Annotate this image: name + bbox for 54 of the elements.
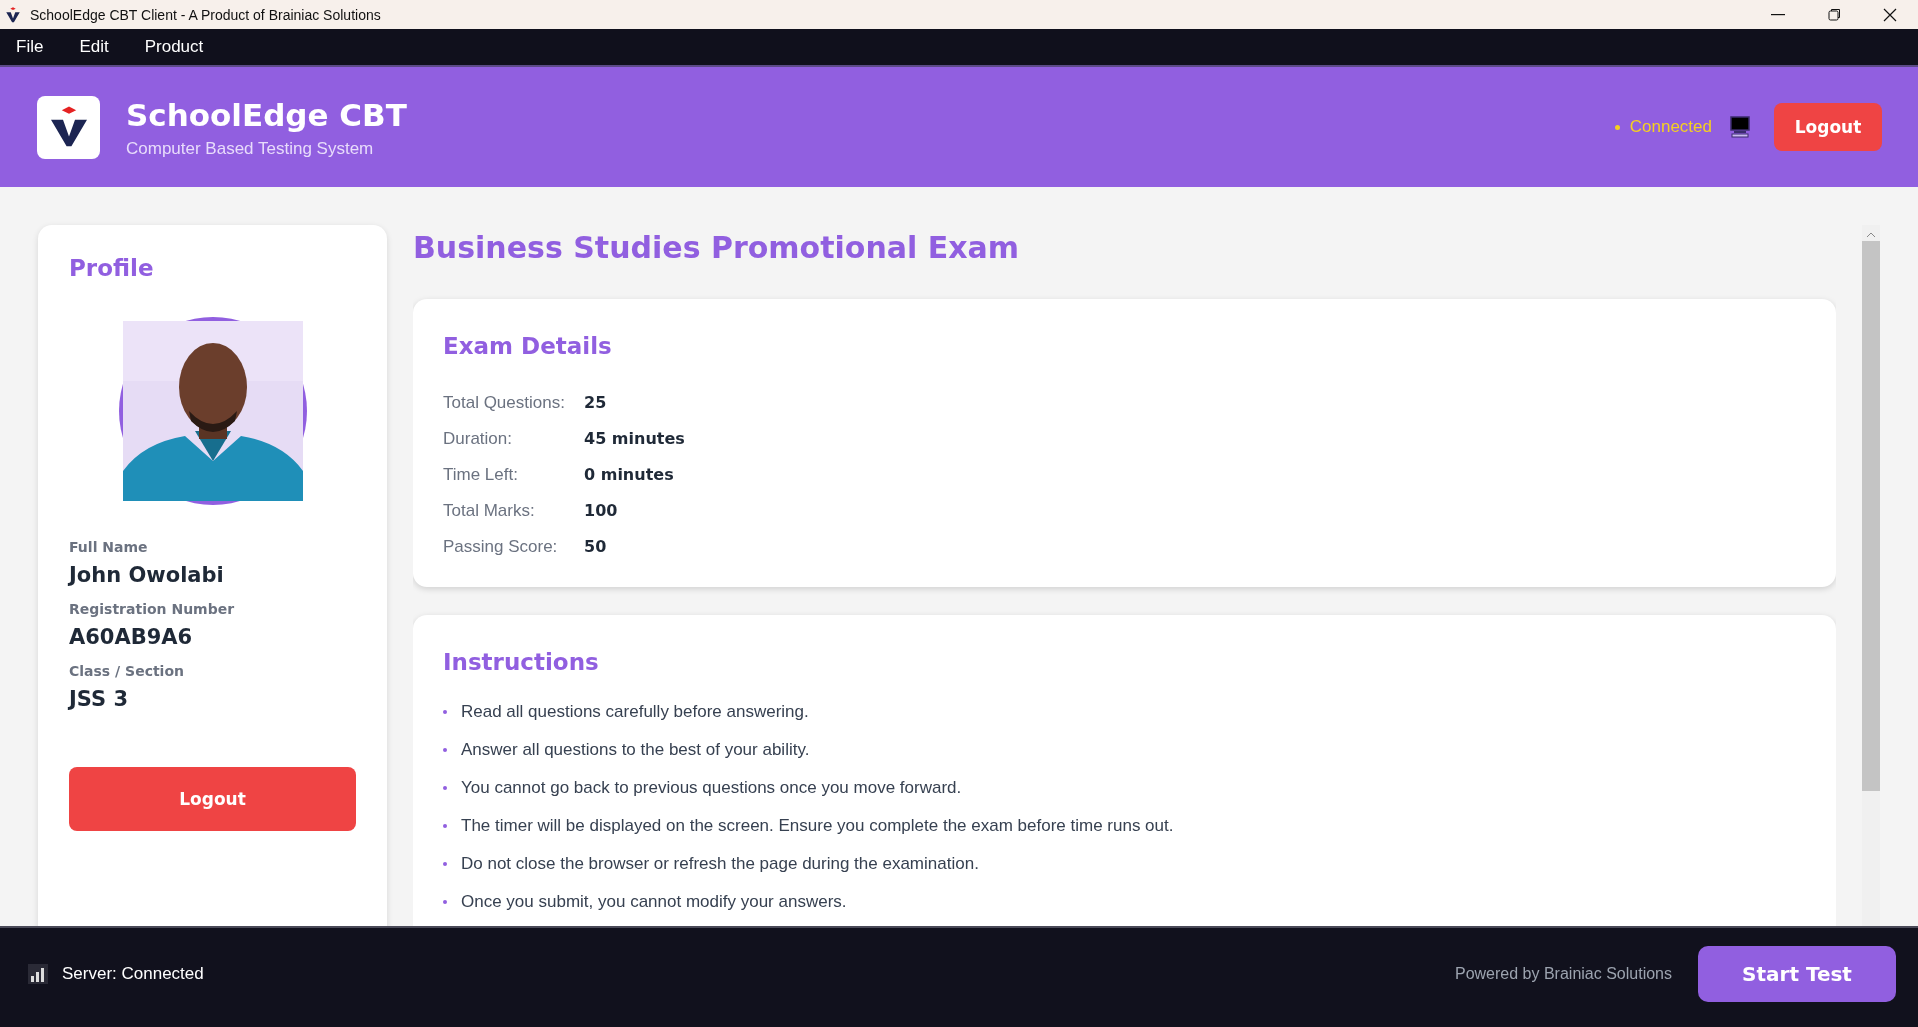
- field-label: Class / Section: [69, 663, 185, 679]
- card-heading: Instructions: [443, 649, 600, 675]
- instruction-text: The timer will be displayed on the screen. Ensure you complete the exam before time runs out.: [461, 816, 1174, 836]
- exam-title: Business Studies Promotional Exam: [413, 229, 1021, 267]
- profile-heading: Profile: [69, 255, 155, 281]
- app-logo-icon: [4, 5, 22, 24]
- detail-value: 100: [584, 501, 619, 521]
- app-title: SchoolEdge CBT: [126, 96, 408, 135]
- bullet-icon: [443, 900, 447, 904]
- logout-button[interactable]: Logout: [69, 767, 356, 831]
- signal-bars-icon: [28, 964, 48, 984]
- bullet-icon: [443, 786, 447, 790]
- bullet-icon: [443, 710, 447, 714]
- bullet-icon: [443, 824, 447, 828]
- detail-value: 50: [584, 537, 608, 557]
- menu-item[interactable]: Product: [144, 33, 224, 61]
- card-heading: Exam Details: [443, 333, 613, 359]
- field-value: JSS 3: [69, 687, 130, 711]
- close-icon: [1883, 7, 1897, 22]
- detail-value: 0 minutes: [584, 465, 675, 485]
- instruction-text: Once you submit, you cannot modify your answers.: [461, 892, 847, 912]
- computer-icon: [1730, 116, 1750, 138]
- minimize-icon: [1771, 13, 1785, 16]
- app-subtitle: Computer Based Testing System: [126, 139, 375, 159]
- instruction-text: Answer all questions to the best of your ability.: [461, 740, 810, 760]
- bullet-icon: [443, 748, 447, 752]
- detail-label: Passing Score:: [443, 537, 559, 557]
- detail-value: 25: [584, 393, 608, 413]
- connection-status: Connected: [1629, 117, 1712, 137]
- detail-label: Total Questions:: [443, 393, 566, 413]
- instruction-text: Read all questions carefully before answering.: [461, 702, 809, 722]
- start-test-button[interactable]: Start Test: [1698, 946, 1896, 1002]
- detail-label: Duration:: [443, 429, 513, 449]
- powered-by-text: Powered by Brainiac Solutions: [1455, 965, 1672, 983]
- field-label: Full Name: [69, 539, 149, 555]
- field-value: A60AB9A6: [69, 625, 194, 649]
- logout-button[interactable]: Logout: [1774, 103, 1882, 151]
- field-label: Registration Number: [69, 601, 236, 617]
- bullet-icon: [443, 862, 447, 866]
- instruction-text: Do not close the browser or refresh the page during the examination.: [461, 854, 979, 874]
- menu-item[interactable]: File: [16, 33, 64, 61]
- detail-label: Time Left:: [443, 465, 519, 485]
- detail-value: 45 minutes: [584, 429, 685, 449]
- status-dot: [1614, 124, 1620, 130]
- restore-icon: [1827, 8, 1841, 21]
- detail-label: Total Marks:: [443, 501, 536, 521]
- instruction-text: You cannot go back to previous questions once you move forward.: [461, 778, 962, 798]
- scroll-thumb[interactable]: [1862, 241, 1880, 791]
- field-value: John Owolabi: [69, 563, 225, 587]
- window-title: SchoolEdge CBT Client - A Product of Brainiac Solutions: [30, 6, 382, 23]
- server-status: Server: Connected: [62, 964, 205, 984]
- scroll-up-icon[interactable]: [1866, 231, 1876, 239]
- menu-item[interactable]: Edit: [79, 33, 129, 61]
- scrollbar[interactable]: [1862, 225, 1880, 926]
